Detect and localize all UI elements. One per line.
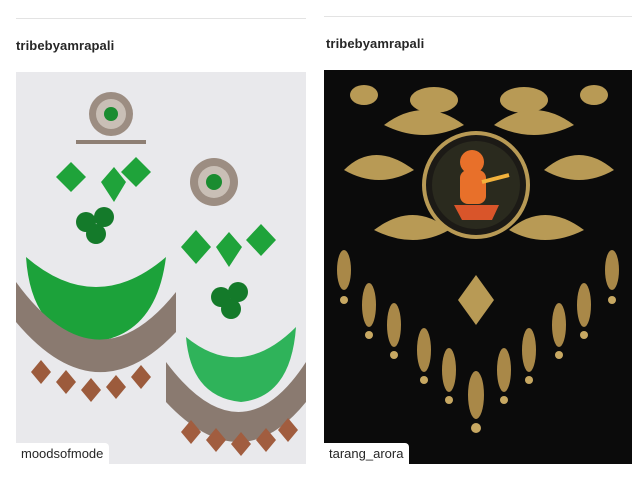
post-username[interactable]: tribebyamrapali [326, 36, 424, 51]
photo-tag[interactable]: tarang_arora [324, 443, 410, 464]
earrings-image [16, 72, 306, 464]
post-photo-earrings[interactable]: moodsofmode [16, 72, 306, 464]
post-photo-necklace[interactable]: tarang_arora [324, 70, 632, 464]
post-divider [324, 16, 632, 17]
post-username[interactable]: tribebyamrapali [16, 38, 114, 53]
photo-tag[interactable]: moodsofmode [16, 443, 110, 464]
post-divider [16, 18, 306, 19]
necklace-image [324, 70, 632, 464]
